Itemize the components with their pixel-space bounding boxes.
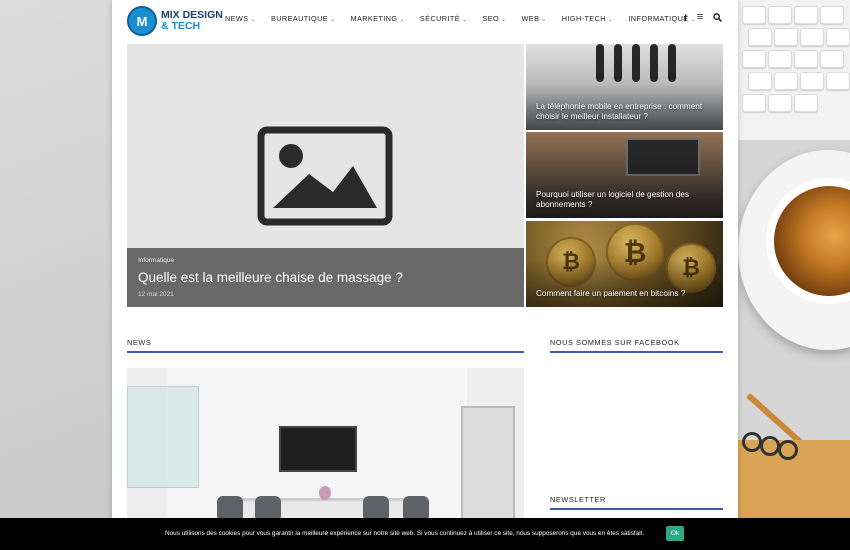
image-placeholder-icon [257, 126, 393, 226]
background-desk-left [0, 0, 112, 550]
nav-item-seo[interactable]: SEO ⌄ [482, 14, 506, 23]
tv-image [279, 426, 357, 472]
cookie-accept-button[interactable]: Ok [666, 526, 684, 541]
cookie-banner: Nous utilisons des cookies pour vous gar… [0, 518, 850, 550]
featured-post-title[interactable]: Quelle est la meilleure chaise de massag… [138, 270, 403, 285]
chevron-down-icon: ⌄ [501, 17, 507, 23]
nav-item-securite[interactable]: SÉCURITÉ ⌄ [420, 14, 468, 23]
news-section-divider [127, 351, 524, 353]
side-post-title[interactable]: Pourquoi utiliser un logiciel de gestion… [536, 190, 715, 210]
facebook-section-divider [550, 351, 723, 353]
background-desk-right [738, 0, 850, 550]
chevron-down-icon: ⌄ [399, 17, 405, 23]
chevron-down-icon: ⌄ [462, 17, 468, 23]
chevron-down-icon: ⌄ [250, 17, 256, 23]
main-nav: NEWS ⌄ BUREAUTIQUE ⌄ MARKETING ⌄ SÉCURITÉ ⌄ … [225, 14, 711, 23]
site-header: M MIX DESIGN & TECH NEWS ⌄ BUREAUTIQUE ⌄ M… [112, 0, 738, 40]
nav-item-marketing[interactable]: MARKETING ⌄ [350, 14, 404, 23]
news-section-title: NEWS [127, 338, 152, 347]
logo-line-2: & TECH [161, 20, 201, 32]
side-post-3[interactable]: ₿ ₿ ₿ Comment faire un paiement en bitco… [526, 221, 723, 307]
facebook-icon[interactable]: f [684, 13, 687, 24]
chevron-down-icon: ⌄ [541, 17, 547, 23]
page-container: M MIX DESIGN & TECH NEWS ⌄ BUREAUTIQUE ⌄ M… [112, 0, 738, 550]
chevron-down-icon: ⌄ [607, 17, 614, 23]
header-icons: f ≡ [684, 12, 723, 24]
side-post-1[interactable]: La téléphonie mobile en entreprise : com… [526, 44, 723, 130]
background-keyboard [738, 0, 850, 140]
featured-post-category[interactable]: Informatique [138, 257, 174, 264]
featured-post[interactable]: Informatique Quelle est la meilleure cha… [127, 44, 524, 307]
side-post-title[interactable]: Comment faire un paiement en bitcoins ? [536, 289, 715, 299]
nav-item-high-tech[interactable]: HIGH-TECH ⌄ [562, 14, 614, 23]
nav-item-bureautique[interactable]: BUREAUTIQUE ⌄ [271, 14, 336, 23]
site-logo[interactable]: M MIX DESIGN & TECH [127, 6, 223, 36]
newsletter-section-divider [550, 508, 723, 510]
facebook-section-title: NOUS SOMMES SUR FACEBOOK [550, 338, 680, 347]
logo-badge: M [127, 6, 157, 36]
side-post-title[interactable]: La téléphonie mobile en entreprise : com… [536, 102, 715, 122]
nav-item-news[interactable]: NEWS ⌄ [225, 14, 256, 23]
search-icon[interactable] [713, 13, 723, 24]
cookie-banner-text: Nous utilisons des cookies pour vous gar… [165, 530, 645, 537]
menu-icon[interactable]: ≡ [697, 12, 703, 24]
featured-post-date: 12 mai 2021 [138, 291, 174, 298]
newsletter-section-title: NEWSLETTER [550, 495, 606, 504]
side-post-2[interactable]: Pourquoi utiliser un logiciel de gestion… [526, 132, 723, 218]
chevron-down-icon: ⌄ [330, 17, 336, 23]
logo-text: MIX DESIGN & TECH [161, 10, 223, 32]
featured-post-overlay: Informatique Quelle est la meilleure cha… [127, 248, 524, 307]
news-post-image[interactable] [127, 368, 524, 528]
nav-item-web[interactable]: WEB ⌄ [522, 14, 547, 23]
